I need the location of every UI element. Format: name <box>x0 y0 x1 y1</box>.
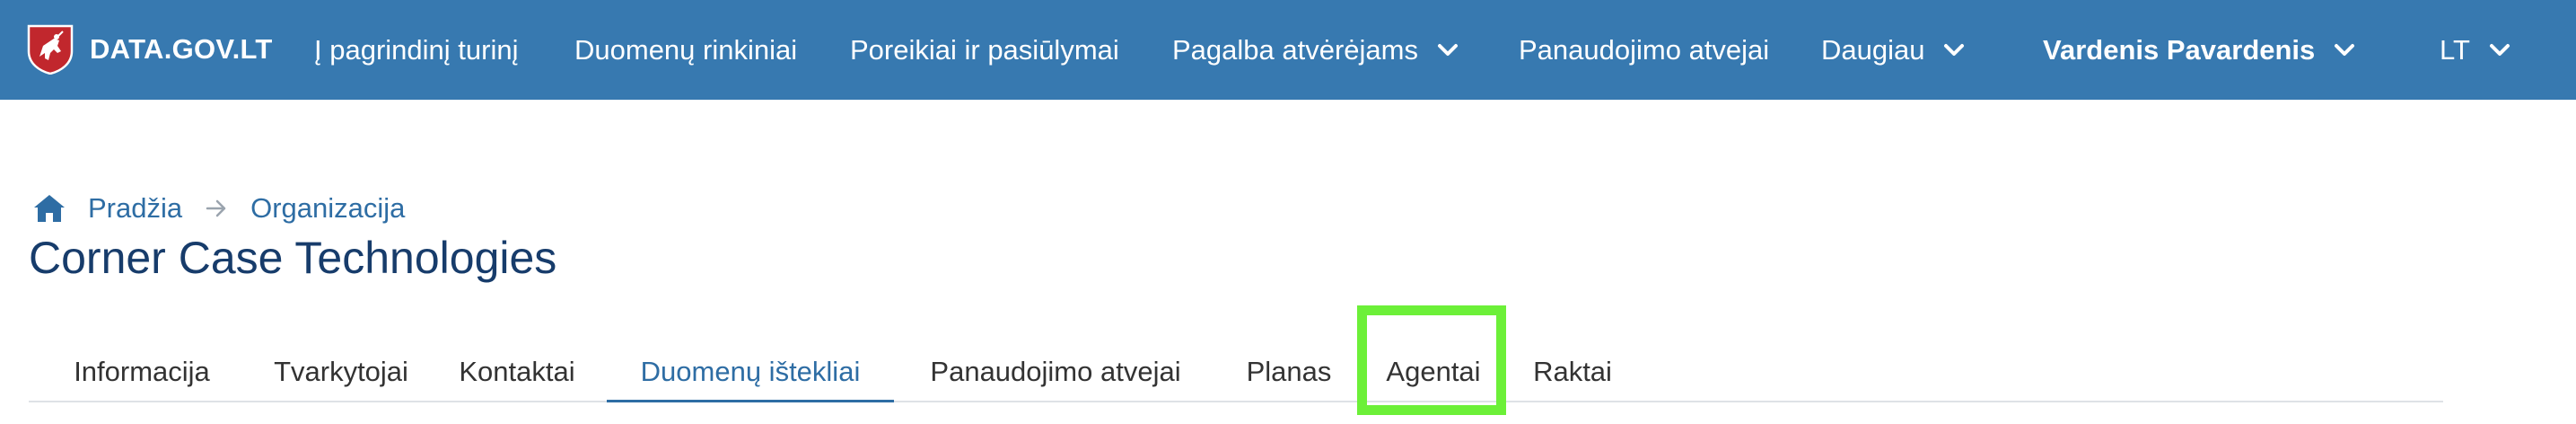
tab-managers[interactable]: Tvarkytojai <box>255 341 427 402</box>
user-menu-dropdown[interactable]: Vardenis Pavardenis <box>2043 24 2356 76</box>
nav-main-content-label: Į pagrindinį turinį <box>314 34 519 66</box>
breadcrumb-organization-link[interactable]: Organizacija <box>250 192 405 225</box>
tab-plan-label: Planas <box>1246 356 1332 387</box>
nav-use-cases-label: Panaudojimo atvejai <box>1519 34 1770 66</box>
tab-resources[interactable]: Duomenų ištekliai <box>607 341 894 402</box>
arrow-right-icon <box>206 199 226 217</box>
user-name-label: Vardenis Pavardenis <box>2043 34 2316 66</box>
chevron-down-icon <box>2335 44 2355 56</box>
nav-requests-label: Poreikiai ir pasiūlymai <box>850 34 1119 66</box>
top-navigation-bar: DATA.GOV.LT Į pagrindinį turinį Duomenų … <box>0 0 2576 100</box>
tab-info[interactable]: Informacija <box>29 341 255 402</box>
nav-help-dropdown[interactable]: Pagalba atvėrėjams <box>1172 24 1459 76</box>
nav-more-label: Daugiau <box>1821 34 1925 66</box>
home-icon[interactable] <box>32 193 66 224</box>
tab-use-cases-label: Panaudojimo atvejai <box>930 356 1181 387</box>
tab-agents-label: Agentai <box>1386 356 1481 387</box>
nav-datasets-label: Duomenų rinkiniai <box>574 34 798 66</box>
tab-info-label: Informacija <box>74 356 210 387</box>
nav-requests[interactable]: Poreikiai ir pasiūlymai <box>850 24 1119 76</box>
tab-use-cases[interactable]: Panaudojimo atvejai <box>894 341 1217 402</box>
tab-contacts-label: Kontaktai <box>459 356 575 387</box>
tab-managers-label: Tvarkytojai <box>274 356 408 387</box>
chevron-down-icon <box>1944 44 1965 56</box>
organization-tabs: Informacija Tvarkytojai Kontaktai Duomen… <box>29 341 2443 402</box>
nav-help-label: Pagalba atvėrėjams <box>1172 34 1418 66</box>
tab-agents[interactable]: Agentai <box>1361 341 1506 402</box>
nav-more-dropdown[interactable]: Daugiau <box>1821 24 1966 76</box>
language-label: LT <box>2440 34 2470 66</box>
coat-of-arms-icon <box>27 24 74 75</box>
tab-keys-label: Raktai <box>1533 356 1612 387</box>
breadcrumb: Pradžia Organizacija <box>32 189 405 228</box>
nav-use-cases[interactable]: Panaudojimo atvejai <box>1519 24 1769 76</box>
page-title: Corner Case Technologies <box>29 233 557 283</box>
chevron-down-icon <box>1438 44 1458 56</box>
site-name: DATA.GOV.LT <box>90 33 273 65</box>
site-logo-link[interactable]: DATA.GOV.LT <box>27 24 273 75</box>
tab-contacts[interactable]: Kontaktai <box>427 341 607 402</box>
nav-main-content[interactable]: Į pagrindinį turinį <box>314 24 518 76</box>
nav-datasets[interactable]: Duomenų rinkiniai <box>574 24 797 76</box>
chevron-down-icon <box>2489 44 2510 56</box>
language-dropdown[interactable]: LT <box>2440 24 2511 76</box>
tab-resources-label: Duomenų ištekliai <box>640 356 861 387</box>
tab-keys[interactable]: Raktai <box>1506 341 1639 402</box>
tab-plan[interactable]: Planas <box>1217 341 1361 402</box>
breadcrumb-home-link[interactable]: Pradžia <box>88 192 182 225</box>
